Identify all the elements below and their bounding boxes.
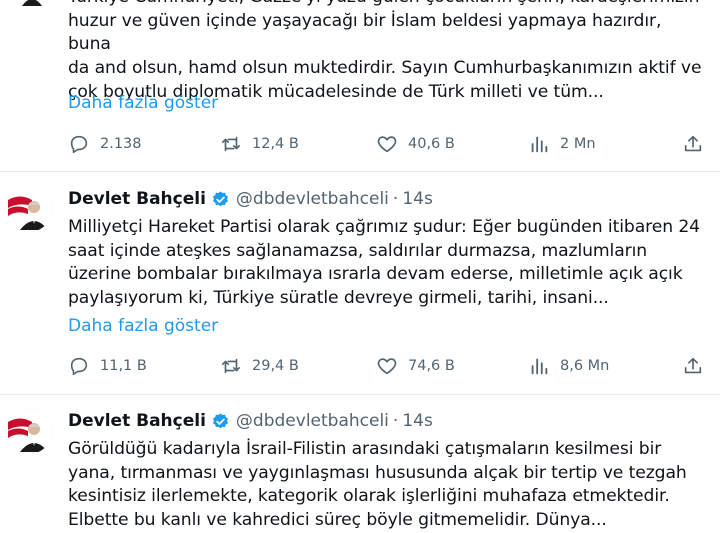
tweet-text: Türkiye Cumhuriyeti, Gazze'yi yüzü gülen… xyxy=(68,0,702,102)
tweet-time[interactable]: 14s xyxy=(402,189,433,209)
reply-icon xyxy=(70,135,88,154)
tweet-text: Milliyetçi Hareket Partisi olarak çağrım… xyxy=(68,217,701,309)
tweet-actions: 2.138 12,4 B 40,6 B 2 Mn xyxy=(68,132,708,156)
share-button[interactable] xyxy=(682,354,704,378)
author-name[interactable]: Devlet Bahçeli xyxy=(68,189,206,209)
share-icon xyxy=(684,357,702,374)
separator-dot: · xyxy=(392,189,399,209)
like-count: 40,6 B xyxy=(408,136,455,152)
show-more-link[interactable]: Daha fazla göster xyxy=(68,315,218,337)
like-button[interactable]: 74,6 B xyxy=(376,354,455,378)
like-count: 74,6 B xyxy=(408,358,455,374)
retweet-icon xyxy=(221,358,241,374)
share-icon xyxy=(684,135,702,152)
views-button[interactable]: 8,6 Mn xyxy=(528,354,609,378)
tweet-header: Devlet Bahçeli @dbdevletbahceli · 14s xyxy=(68,187,433,211)
separator-dot: · xyxy=(392,411,399,431)
tweet-time[interactable]: 14s xyxy=(402,411,433,431)
heart-icon xyxy=(377,136,397,153)
tweet-divider xyxy=(0,394,720,395)
retweet-icon xyxy=(221,136,241,152)
reply-button[interactable]: 2.138 xyxy=(68,132,142,156)
tweet-header: Devlet Bahçeli @dbdevletbahceli · 14s xyxy=(68,409,433,433)
heart-icon xyxy=(377,358,397,375)
views-button[interactable]: 2 Mn xyxy=(528,132,596,156)
reply-button[interactable]: 11,1 B xyxy=(68,354,147,378)
avatar[interactable] xyxy=(6,186,52,232)
reply-count: 2.138 xyxy=(100,136,142,152)
retweet-count: 12,4 B xyxy=(252,136,299,152)
verified-badge-icon xyxy=(212,412,228,428)
tweet-actions: 11,1 B 29,4 B 74,6 B 8,6 Mn xyxy=(68,354,708,378)
views-icon xyxy=(531,136,548,153)
tweet-divider xyxy=(0,171,720,172)
retweet-count: 29,4 B xyxy=(252,358,299,374)
retweet-button[interactable]: 29,4 B xyxy=(220,354,299,378)
tweet-text: Görüldüğü kadarıyla İsrail-Filistin aras… xyxy=(68,439,687,531)
author-name[interactable]: Devlet Bahçeli xyxy=(68,411,206,431)
retweet-button[interactable]: 12,4 B xyxy=(220,132,299,156)
like-button[interactable]: 40,6 B xyxy=(376,132,455,156)
verified-badge-icon xyxy=(212,190,228,206)
author-handle[interactable]: @dbdevletbahceli xyxy=(236,189,389,209)
share-button[interactable] xyxy=(682,132,704,156)
reply-count: 11,1 B xyxy=(100,358,147,374)
views-count: 8,6 Mn xyxy=(560,358,610,374)
author-handle[interactable]: @dbdevletbahceli xyxy=(236,411,389,431)
reply-icon xyxy=(70,357,88,376)
show-more-link[interactable]: Daha fazla göster xyxy=(68,92,218,114)
avatar[interactable] xyxy=(6,0,52,12)
avatar[interactable] xyxy=(6,408,52,454)
views-icon xyxy=(531,358,548,375)
views-count: 2 Mn xyxy=(560,136,596,152)
